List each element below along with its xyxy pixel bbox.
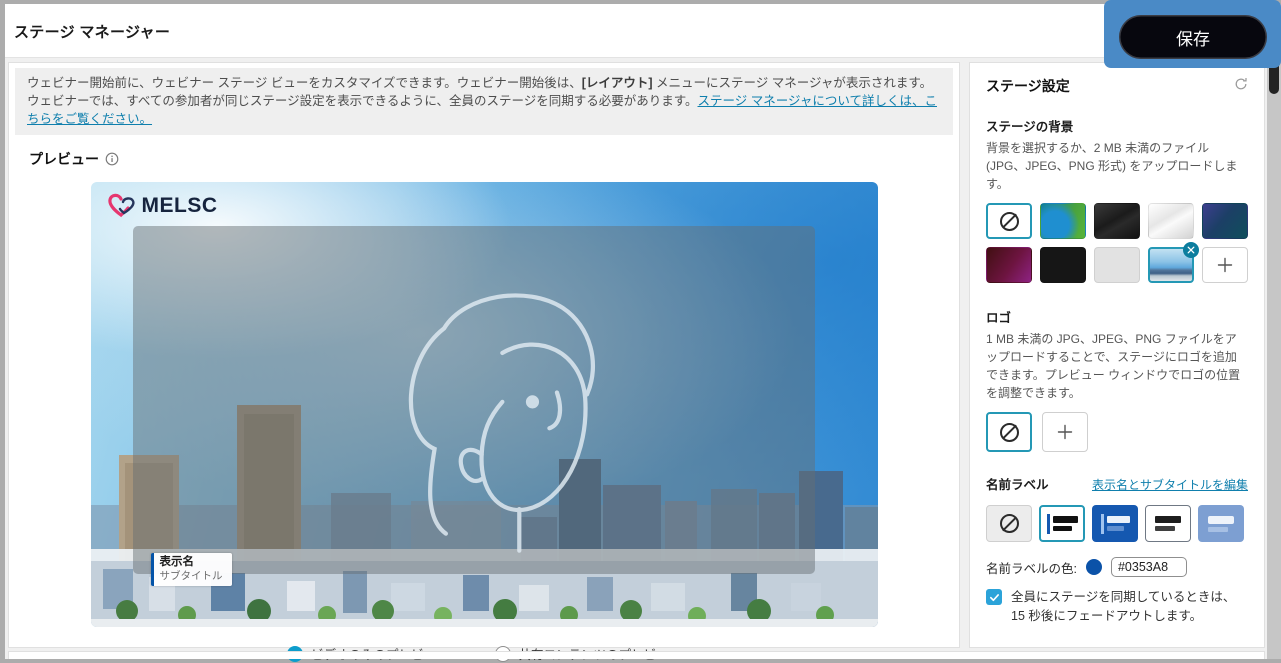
background-option-blue-green[interactable] <box>1040 203 1086 239</box>
preview-heading: プレビュー <box>29 149 959 169</box>
main-content: ウェビナー開始前に、ウェビナー ステージ ビューをカスタマイズできます。ウェビナ… <box>8 62 1265 648</box>
logo-options <box>986 412 1248 452</box>
plus-icon <box>1217 257 1233 273</box>
name-label-section-title: 名前ラベル <box>986 474 1049 493</box>
background-section-description: 背景を選択するか、2 MB 未満のファイル (JPG、JPEG、PNG 形式) … <box>986 140 1248 193</box>
banner-line1-post: メニューにステージ マネージャが表示されます。 <box>653 76 933 90</box>
style-text-bars <box>1053 516 1078 531</box>
logo-section-description: 1 MB 未満の JPG、JPEG、PNG ファイルをアップロードすることで、ス… <box>986 331 1248 402</box>
save-button[interactable]: 保存 <box>1119 15 1267 59</box>
preview-card: ウェビナー開始前に、ウェビナー ステージ ビューをカスタマイズできます。ウェビナ… <box>8 62 960 648</box>
style-text-bars <box>1107 516 1130 531</box>
background-option-navy-teal[interactable] <box>1202 203 1248 239</box>
style-text-bars <box>1155 516 1181 531</box>
background-option-none[interactable] <box>986 203 1032 239</box>
name-label-chip[interactable]: 表示名 サブタイトル <box>151 553 232 586</box>
name-label-style-options <box>986 505 1248 542</box>
background-section-title: ステージの背景 <box>986 116 1248 135</box>
stage-manager-page: ステージ マネージャー ウェビナー開始前に、ウェビナー ステージ ビューをカスタ… <box>5 4 1267 659</box>
name-label-style-translucent[interactable] <box>1198 505 1244 542</box>
background-option-custom-city[interactable] <box>1148 247 1194 283</box>
preview-title: プレビュー <box>29 149 99 169</box>
sync-fadeout-checkbox[interactable] <box>986 589 1002 605</box>
no-logo-icon <box>1000 423 1019 442</box>
logo-section-title: ロゴ <box>986 307 1248 326</box>
avatar-silhouette-icon <box>331 240 621 560</box>
name-label-color-label: 名前ラベルの色: <box>986 558 1077 577</box>
style-text-bars <box>1208 516 1234 532</box>
display-name-text: 表示名 <box>160 555 223 569</box>
subtitle-text: サブタイトル <box>160 570 223 583</box>
add-background-button[interactable] <box>1202 247 1248 283</box>
name-label-color-swatch[interactable] <box>1086 559 1102 575</box>
edit-display-name-link[interactable]: 表示名とサブタイトルを編集 <box>1092 476 1248 493</box>
no-name-label-icon <box>1000 514 1019 533</box>
page-header: ステージ マネージャー <box>5 4 1267 58</box>
logo-option-none[interactable] <box>986 412 1032 452</box>
name-label-style-leftbar-filled[interactable] <box>1092 505 1138 542</box>
banner-line2: ウェビナーでは、すべての参加者が同じステージ設定を表示できるように、全員のステー… <box>27 94 698 108</box>
name-label-style-leftbar-light[interactable] <box>1039 505 1085 542</box>
name-label-color-row: 名前ラベルの色: <box>986 557 1248 577</box>
background-option-maroon-magenta[interactable] <box>986 247 1032 283</box>
next-section-card <box>8 651 1265 659</box>
background-option-dark-wave[interactable] <box>1094 203 1140 239</box>
stage-logo[interactable]: MELSC <box>107 192 218 220</box>
style-accent-bar <box>1101 514 1104 534</box>
remove-custom-background-icon[interactable] <box>1183 242 1199 258</box>
page-title: ステージ マネージャー <box>14 21 170 42</box>
add-logo-button[interactable] <box>1042 412 1088 452</box>
stage-logo-text: MELSC <box>142 194 218 218</box>
stage-settings-panel: ステージ設定 ステージの背景 背景を選択するか、2 MB 未満のファイル (JP… <box>969 62 1265 648</box>
sync-fadeout-label: 全員にステージを同期しているときは、15 秒後にフェードアウトします。 <box>1011 588 1248 626</box>
info-banner: ウェビナー開始前に、ウェビナー ステージ ビューをカスタマイズできます。ウェビナ… <box>15 68 953 135</box>
save-button-highlight: 保存 <box>1104 0 1281 68</box>
name-label-style-plain[interactable] <box>1145 505 1191 542</box>
banner-layout-menu-ref: [レイアウト] <box>582 76 653 90</box>
stage-preview: MELSC 表示名 サブタイトル <box>91 182 878 627</box>
name-label-style-none[interactable] <box>986 505 1032 542</box>
refresh-icon[interactable] <box>1234 77 1248 96</box>
banner-line1-pre: ウェビナー開始前に、ウェビナー ステージ ビューをカスタマイズできます。ウェビナ… <box>27 76 582 90</box>
name-label-color-input[interactable] <box>1111 557 1187 577</box>
background-option-black[interactable] <box>1040 247 1086 283</box>
heart-logo-icon <box>107 192 137 220</box>
page-scrollbar-track[interactable] <box>1267 4 1281 659</box>
settings-title: ステージ設定 <box>986 76 1070 96</box>
check-icon <box>989 592 1000 603</box>
sync-fadeout-option: 全員にステージを同期しているときは、15 秒後にフェードアウトします。 <box>986 588 1248 626</box>
style-accent-bar <box>1047 514 1050 534</box>
background-options-grid <box>986 203 1254 283</box>
info-icon[interactable] <box>105 152 119 166</box>
plus-icon <box>1057 424 1073 440</box>
background-option-light-gray[interactable] <box>1094 247 1140 283</box>
no-background-icon <box>1000 212 1019 231</box>
background-option-light-wave[interactable] <box>1148 203 1194 239</box>
